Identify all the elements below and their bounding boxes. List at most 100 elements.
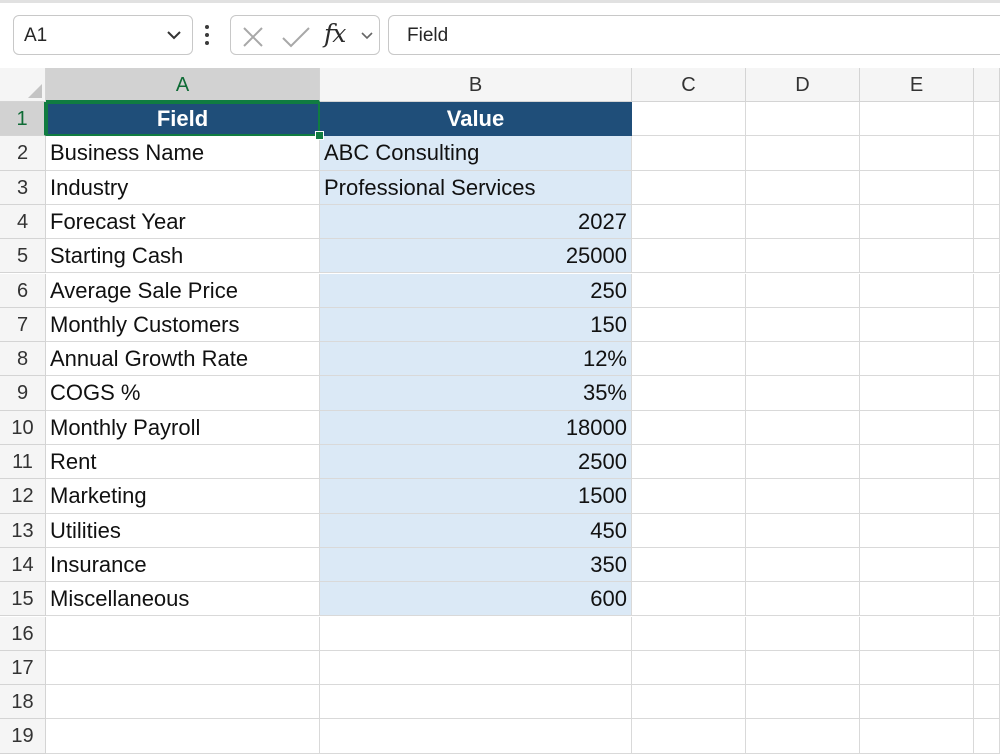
column-header-d[interactable]: D xyxy=(746,68,860,102)
cell[interactable] xyxy=(974,616,1000,651)
formula-input[interactable]: Field xyxy=(388,15,1000,55)
row-header-4[interactable]: 4 xyxy=(0,204,46,240)
cell[interactable] xyxy=(974,204,1000,240)
cell-e7[interactable] xyxy=(860,307,974,343)
cell-d3[interactable] xyxy=(746,170,860,205)
cell[interactable] xyxy=(974,650,1000,686)
cell-a8[interactable]: Annual Growth Rate xyxy=(46,342,320,377)
cell-a16[interactable] xyxy=(46,616,320,651)
cell-b3[interactable]: Professional Services xyxy=(320,170,632,205)
cell-e11[interactable] xyxy=(860,445,974,480)
cell-a2[interactable]: Business Name xyxy=(46,136,320,171)
cell-d2[interactable] xyxy=(746,136,860,171)
cell-c13[interactable] xyxy=(632,513,746,548)
name-box[interactable]: A1 xyxy=(13,15,193,55)
cell-c1[interactable] xyxy=(632,102,746,137)
cell[interactable] xyxy=(974,513,1000,548)
column-header-e[interactable]: E xyxy=(860,68,974,102)
cell-e17[interactable] xyxy=(860,650,974,686)
cell-b5[interactable]: 25000 xyxy=(320,239,632,274)
fill-handle[interactable] xyxy=(315,131,324,141)
cell-c16[interactable] xyxy=(632,616,746,651)
cell-c18[interactable] xyxy=(632,685,746,720)
cell-d10[interactable] xyxy=(746,410,860,445)
cell-a17[interactable] xyxy=(46,650,320,686)
cell[interactable] xyxy=(974,376,1000,411)
cell-e5[interactable] xyxy=(860,239,974,274)
cell-b10[interactable]: 18000 xyxy=(320,410,632,445)
cell-c12[interactable] xyxy=(632,479,746,514)
header-value-cell[interactable]: Value xyxy=(320,102,632,137)
cell-c14[interactable] xyxy=(632,547,746,583)
column-header-c[interactable]: C xyxy=(632,68,746,102)
cell-a18[interactable] xyxy=(46,685,320,720)
function-icon[interactable]: fx xyxy=(324,19,346,48)
cell[interactable] xyxy=(974,547,1000,583)
cell-c4[interactable] xyxy=(632,204,746,240)
cell[interactable] xyxy=(974,102,1000,137)
cell-e18[interactable] xyxy=(860,685,974,720)
chevron-down-icon[interactable] xyxy=(166,29,182,41)
cell-d4[interactable] xyxy=(746,204,860,240)
row-header-3[interactable]: 3 xyxy=(0,170,46,205)
cell-c8[interactable] xyxy=(632,342,746,377)
cell-d8[interactable] xyxy=(746,342,860,377)
row-header-6[interactable]: 6 xyxy=(0,273,46,308)
row-header-17[interactable]: 17 xyxy=(0,650,46,686)
row-header-5[interactable]: 5 xyxy=(0,239,46,274)
row-header-18[interactable]: 18 xyxy=(0,685,46,720)
row-header-2[interactable]: 2 xyxy=(0,136,46,171)
cell-e14[interactable] xyxy=(860,547,974,583)
column-header-b[interactable]: B xyxy=(320,68,632,102)
cell-e16[interactable] xyxy=(860,616,974,651)
cell-e13[interactable] xyxy=(860,513,974,548)
cell-a6[interactable]: Average Sale Price xyxy=(46,273,320,308)
cell-b15[interactable]: 600 xyxy=(320,582,632,617)
cell[interactable] xyxy=(974,170,1000,205)
cell-b8[interactable]: 12% xyxy=(320,342,632,377)
cell-d18[interactable] xyxy=(746,685,860,720)
cell-e15[interactable] xyxy=(860,582,974,617)
row-header-9[interactable]: 9 xyxy=(0,376,46,411)
row-header-8[interactable]: 8 xyxy=(0,342,46,377)
cell[interactable] xyxy=(974,273,1000,308)
cell-d6[interactable] xyxy=(746,273,860,308)
cell-d17[interactable] xyxy=(746,650,860,686)
cancel-icon[interactable] xyxy=(241,25,265,49)
header-field-cell[interactable]: Field xyxy=(46,102,320,137)
cell-a7[interactable]: Monthly Customers xyxy=(46,307,320,343)
cell[interactable] xyxy=(974,719,1000,754)
cell-c5[interactable] xyxy=(632,239,746,274)
cell-d1[interactable] xyxy=(746,102,860,137)
cell-b2[interactable]: ABC Consulting xyxy=(320,136,632,171)
cell-d15[interactable] xyxy=(746,582,860,617)
cell[interactable] xyxy=(974,136,1000,171)
cell-a19[interactable] xyxy=(46,719,320,754)
cell[interactable] xyxy=(974,239,1000,274)
cell[interactable] xyxy=(974,582,1000,617)
select-all-button[interactable] xyxy=(0,68,46,102)
cell-b6[interactable]: 250 xyxy=(320,273,632,308)
cell-e10[interactable] xyxy=(860,410,974,445)
cell-c9[interactable] xyxy=(632,376,746,411)
cell-c15[interactable] xyxy=(632,582,746,617)
row-header-10[interactable]: 10 xyxy=(0,410,46,445)
row-header-16[interactable]: 16 xyxy=(0,616,46,651)
cell-a15[interactable]: Miscellaneous xyxy=(46,582,320,617)
cell-b13[interactable]: 450 xyxy=(320,513,632,548)
cell-b14[interactable]: 350 xyxy=(320,547,632,583)
row-header-12[interactable]: 12 xyxy=(0,479,46,514)
expand-icon[interactable] xyxy=(360,31,374,41)
row-header-7[interactable]: 7 xyxy=(0,307,46,343)
cell-d11[interactable] xyxy=(746,445,860,480)
cell-c19[interactable] xyxy=(632,719,746,754)
cell[interactable] xyxy=(974,445,1000,480)
cell-d9[interactable] xyxy=(746,376,860,411)
cell[interactable] xyxy=(974,685,1000,720)
cell-b7[interactable]: 150 xyxy=(320,307,632,343)
cell-b19[interactable] xyxy=(320,719,632,754)
cell-a11[interactable]: Rent xyxy=(46,445,320,480)
cell-a13[interactable]: Utilities xyxy=(46,513,320,548)
cell[interactable] xyxy=(974,342,1000,377)
cell-e6[interactable] xyxy=(860,273,974,308)
